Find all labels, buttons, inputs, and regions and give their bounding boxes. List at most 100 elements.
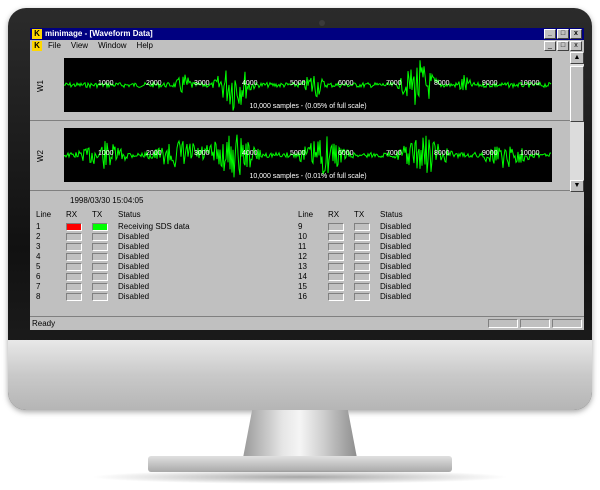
table-row: 7 Disabled <box>36 282 296 292</box>
waveform-area-1[interactable]: 1000 2000 3000 4000 5000 6000 7000 8000 … <box>64 58 552 112</box>
line-number: 9 <box>298 222 303 231</box>
tx-indicator <box>92 283 108 291</box>
tick-label: 10000 <box>520 80 540 87</box>
rx-indicator <box>328 293 344 301</box>
menu-help[interactable]: Help <box>137 40 153 52</box>
child-restore-button[interactable]: □ <box>557 41 569 51</box>
line-status: Disabled <box>380 242 412 251</box>
table-row: 16 Disabled <box>298 292 558 302</box>
table-row: 6 Disabled <box>36 272 296 282</box>
child-close-button[interactable]: x <box>570 41 582 51</box>
table-row: 15 Disabled <box>298 282 558 292</box>
tx-indicator <box>92 263 108 271</box>
status-text: Ready <box>32 319 56 328</box>
tx-indicator <box>92 253 108 261</box>
waveform-panel: W1 1000 2000 3000 4000 5000 6000 7000 80… <box>30 52 570 192</box>
vertical-scrollbar[interactable]: ▲ ▼ <box>570 52 584 192</box>
camera-dot <box>319 20 325 26</box>
scroll-down-icon[interactable]: ▼ <box>570 180 584 192</box>
table-row: 11 Disabled <box>298 242 558 252</box>
header-line: Line <box>298 210 314 219</box>
menu-file[interactable]: File <box>48 40 61 52</box>
table-row: 1 Receiving SDS data <box>36 222 296 232</box>
header-tx: TX <box>92 210 103 219</box>
header-rx: RX <box>66 210 78 219</box>
rx-indicator <box>328 253 344 261</box>
tick-label: 8000 <box>434 80 450 87</box>
tick-label: 4000 <box>242 80 258 87</box>
status-cell <box>552 319 582 328</box>
menu-view[interactable]: View <box>71 40 88 52</box>
rx-indicator <box>328 263 344 271</box>
line-number: 16 <box>298 292 307 301</box>
rx-indicator <box>66 263 82 271</box>
status-cell <box>488 319 518 328</box>
title-bar[interactable]: K minimage - [Waveform Data] _ □ x <box>30 28 584 40</box>
scroll-thumb[interactable] <box>570 66 584 122</box>
menu-bar: K File View Window Help _ □ x <box>30 40 584 52</box>
waveform-plot-1: W1 1000 2000 3000 4000 5000 6000 7000 80… <box>30 52 570 121</box>
child-minimize-button[interactable]: _ <box>544 41 556 51</box>
tick-label: 10000 <box>520 150 540 157</box>
tick-label: 9000 <box>482 150 498 157</box>
table-row: 4 Disabled <box>36 252 296 262</box>
stand-shadow <box>90 470 510 484</box>
tx-indicator <box>354 233 370 241</box>
status-bar: Ready <box>30 316 584 330</box>
rx-indicator <box>66 293 82 301</box>
tx-indicator <box>354 243 370 251</box>
rx-indicator <box>66 273 82 281</box>
channel-label-1: W1 <box>36 80 45 92</box>
table-row: 3 Disabled <box>36 242 296 252</box>
tick-label: 1000 <box>98 80 114 87</box>
tick-label: 7000 <box>386 150 402 157</box>
tick-label: 6000 <box>338 150 354 157</box>
waveform-area-2[interactable]: 1000 2000 3000 4000 5000 6000 7000 8000 … <box>64 128 552 182</box>
line-status: Disabled <box>380 252 412 261</box>
tick-label: 4000 <box>242 150 258 157</box>
tx-indicator <box>354 293 370 301</box>
line-number: 14 <box>298 272 307 281</box>
line-status: Disabled <box>380 262 412 271</box>
tx-indicator <box>354 223 370 231</box>
line-number: 13 <box>298 262 307 271</box>
waveform-path <box>64 134 552 178</box>
line-number: 15 <box>298 282 307 291</box>
header-status: Status <box>380 210 403 219</box>
tick-label: 5000 <box>290 80 306 87</box>
line-status-panel: 1998/03/30 15:04:05 Line RX TX Status 1 R… <box>30 194 584 316</box>
rx-indicator <box>66 243 82 251</box>
tx-indicator <box>354 283 370 291</box>
scroll-up-icon[interactable]: ▲ <box>570 52 584 64</box>
line-number: 8 <box>36 292 41 301</box>
line-status: Disabled <box>380 272 412 281</box>
samples-caption-2: 10,000 samples - (0.01% of full scale) <box>249 173 367 180</box>
tick-label: 6000 <box>338 80 354 87</box>
rx-indicator <box>328 233 344 241</box>
tx-indicator <box>92 273 108 281</box>
line-status: Disabled <box>380 292 412 301</box>
tick-label: 2000 <box>146 150 162 157</box>
tick-label: 7000 <box>386 80 402 87</box>
app-icon[interactable]: K <box>32 29 42 39</box>
line-status: Disabled <box>380 232 412 241</box>
monitor-chin <box>8 340 592 410</box>
table-row: 5 Disabled <box>36 262 296 272</box>
tick-label: 9000 <box>482 80 498 87</box>
maximize-button[interactable]: □ <box>557 29 569 39</box>
screen: K minimage - [Waveform Data] _ □ x K Fil… <box>30 28 584 330</box>
header-rx: RX <box>328 210 340 219</box>
minimize-button[interactable]: _ <box>544 29 556 39</box>
line-status: Receiving SDS data <box>118 222 190 231</box>
document-icon[interactable]: K <box>32 41 42 51</box>
line-number: 12 <box>298 252 307 261</box>
tx-indicator <box>92 293 108 301</box>
tick-label: 1000 <box>98 150 114 157</box>
close-button[interactable]: x <box>570 29 582 39</box>
header-line: Line <box>36 210 52 219</box>
line-status: Disabled <box>118 232 150 241</box>
line-status: Disabled <box>118 292 150 301</box>
line-number: 6 <box>36 272 41 281</box>
menu-window[interactable]: Window <box>98 40 126 52</box>
table-row: 2 Disabled <box>36 232 296 242</box>
